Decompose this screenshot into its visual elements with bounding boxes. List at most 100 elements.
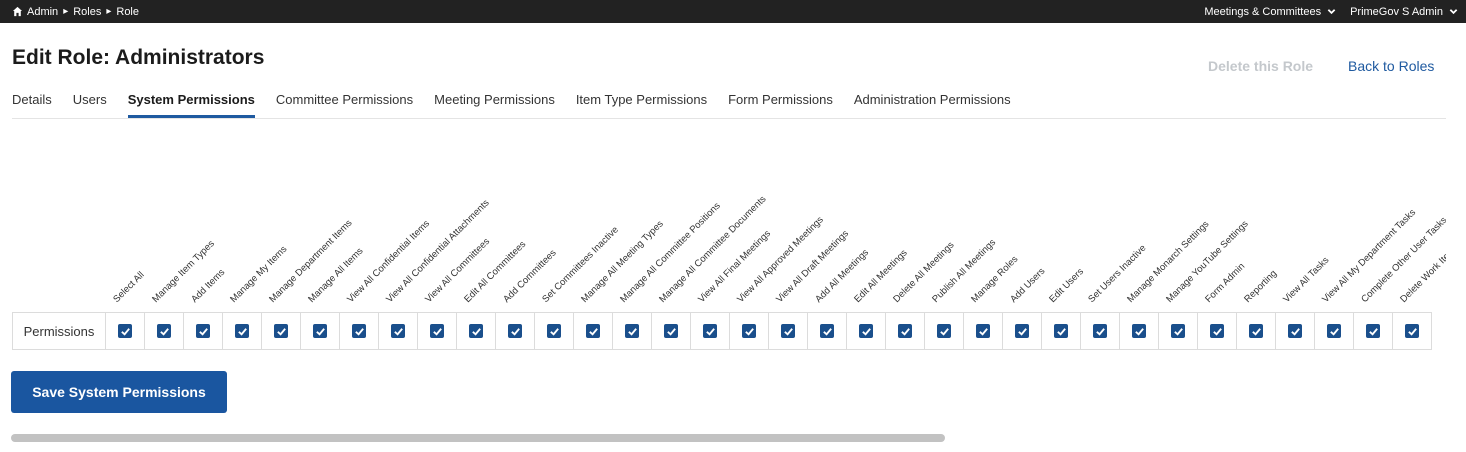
checkmark-icon — [120, 327, 130, 336]
home-icon[interactable] — [12, 6, 23, 17]
permission-checkbox[interactable] — [469, 324, 483, 338]
permission-cell — [1276, 313, 1315, 349]
permission-cell — [184, 313, 223, 349]
back-to-roles-link[interactable]: Back to Roles — [1348, 58, 1434, 74]
checkmark-icon — [198, 327, 208, 336]
checkmark-icon — [705, 327, 715, 336]
permission-checkbox[interactable] — [625, 324, 639, 338]
tab-system-permissions[interactable]: System Permissions — [127, 92, 255, 118]
permission-checkbox[interactable] — [1015, 324, 1029, 338]
horizontal-scrollbar[interactable] — [11, 434, 945, 442]
permission-cell — [1120, 313, 1159, 349]
permission-cell — [925, 313, 964, 349]
permission-checkbox[interactable] — [703, 324, 717, 338]
permission-cell — [886, 313, 925, 349]
permission-checkbox[interactable] — [157, 324, 171, 338]
permission-checkbox[interactable] — [352, 324, 366, 338]
permission-checkbox[interactable] — [976, 324, 990, 338]
user-menu[interactable]: PrimeGov S Admin — [1350, 6, 1458, 18]
delete-role-link[interactable]: Delete this Role — [1208, 58, 1313, 74]
permission-checkbox[interactable] — [586, 324, 600, 338]
checkmark-icon — [900, 327, 910, 336]
permission-checkbox[interactable] — [820, 324, 834, 338]
permission-checkbox[interactable] — [1366, 324, 1380, 338]
permission-cell — [652, 313, 691, 349]
permission-checkbox[interactable] — [742, 324, 756, 338]
permission-checkbox[interactable] — [898, 324, 912, 338]
breadcrumb-admin[interactable]: Admin — [27, 6, 58, 18]
user-menu-label: PrimeGov S Admin — [1350, 5, 1443, 18]
permission-checkbox[interactable] — [508, 324, 522, 338]
checkmark-icon — [276, 327, 286, 336]
checkmark-icon — [783, 327, 793, 336]
permission-checkbox[interactable] — [859, 324, 873, 338]
permission-checkbox[interactable] — [1405, 324, 1419, 338]
checkmark-icon — [1017, 327, 1027, 336]
permission-cell — [145, 313, 184, 349]
permission-cell — [808, 313, 847, 349]
permission-checkbox[interactable] — [1210, 324, 1224, 338]
tab-bar: Details Users System Permissions Committee … — [12, 92, 1446, 119]
chevron-right-icon: ▸ — [106, 6, 112, 17]
permissions-table: Permissions Select All Manage Item Types A… — [12, 130, 1446, 352]
permission-checkbox[interactable] — [781, 324, 795, 338]
checkmark-icon — [432, 327, 442, 336]
checkmark-icon — [1407, 327, 1417, 336]
top-bar: Admin ▸ Roles ▸ Role Meetings & Committe… — [0, 0, 1466, 23]
permission-cell — [340, 313, 379, 349]
breadcrumb-roles[interactable]: Roles — [73, 6, 101, 18]
permission-checkbox[interactable] — [274, 324, 288, 338]
permission-checkbox[interactable] — [235, 324, 249, 338]
permission-checkbox[interactable] — [1171, 324, 1185, 338]
permission-checkbox[interactable] — [1093, 324, 1107, 338]
permission-checkbox[interactable] — [1288, 324, 1302, 338]
checkmark-icon — [744, 327, 754, 336]
permission-column-header: Select All — [111, 269, 147, 305]
permission-column-header: Reporting — [1242, 268, 1280, 305]
checkmark-icon — [978, 327, 988, 336]
permission-cell — [964, 313, 1003, 349]
permission-cell — [1393, 313, 1432, 349]
permissions-row: Permissions — [12, 312, 1432, 350]
checkmark-icon — [1212, 327, 1222, 336]
permission-column-header: View All Draft Meetings — [774, 228, 851, 305]
permission-checkbox[interactable] — [430, 324, 444, 338]
permission-checkbox[interactable] — [937, 324, 951, 338]
permission-checkbox[interactable] — [391, 324, 405, 338]
permission-cell — [301, 313, 340, 349]
tab-users[interactable]: Users — [73, 92, 107, 118]
save-system-permissions-button[interactable]: Save System Permissions — [11, 371, 227, 413]
checkmark-icon — [1290, 327, 1300, 336]
permission-checkbox[interactable] — [118, 324, 132, 338]
tab-meeting-permissions[interactable]: Meeting Permissions — [434, 92, 555, 118]
meetings-committees-menu[interactable]: Meetings & Committees — [1204, 6, 1336, 18]
permission-checkbox[interactable] — [547, 324, 561, 338]
permission-cell — [847, 313, 886, 349]
tab-form-permissions[interactable]: Form Permissions — [728, 92, 833, 118]
permission-cell — [1354, 313, 1393, 349]
checkmark-icon — [588, 327, 598, 336]
permission-checkbox[interactable] — [313, 324, 327, 338]
chevron-down-icon — [1327, 9, 1336, 15]
checkmark-icon — [315, 327, 325, 336]
breadcrumb-role: Role — [116, 5, 139, 18]
checkmark-icon — [1134, 327, 1144, 336]
checkmark-icon — [471, 327, 481, 336]
permission-column-header: Edit Users — [1047, 266, 1086, 305]
permission-checkbox[interactable] — [1054, 324, 1068, 338]
permission-checkbox[interactable] — [1249, 324, 1263, 338]
checkmark-icon — [861, 327, 871, 336]
tab-administration-permissions[interactable]: Administration Permissions — [854, 92, 1011, 118]
tab-committee-permissions[interactable]: Committee Permissions — [276, 92, 413, 118]
permission-checkbox[interactable] — [1327, 324, 1341, 338]
permission-cell — [691, 313, 730, 349]
permission-cell — [106, 313, 145, 349]
tab-item-type-permissions[interactable]: Item Type Permissions — [576, 92, 707, 118]
permission-checkbox[interactable] — [664, 324, 678, 338]
permissions-grid: Permissions Select All Manage Item Types A… — [12, 130, 1446, 352]
permission-checkbox[interactable] — [196, 324, 210, 338]
permission-cell — [262, 313, 301, 349]
tab-details[interactable]: Details — [12, 92, 52, 118]
permission-cell — [769, 313, 808, 349]
permission-checkbox[interactable] — [1132, 324, 1146, 338]
